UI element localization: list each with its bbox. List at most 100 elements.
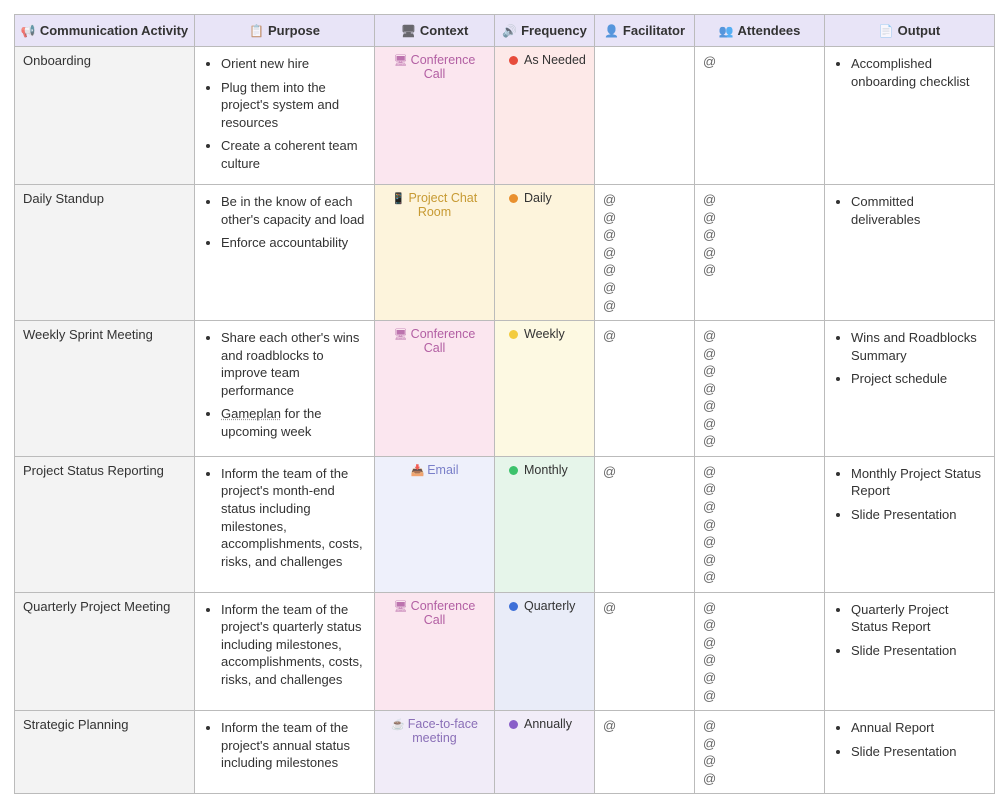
- frequency-cell[interactable]: Daily: [495, 185, 595, 321]
- frequency-cell[interactable]: Monthly: [495, 456, 595, 592]
- mention-placeholder[interactable]: @: [603, 226, 686, 244]
- mention-placeholder[interactable]: @: [703, 516, 816, 534]
- mention-placeholder[interactable]: @: [603, 463, 686, 481]
- output-cell[interactable]: Committed deliverables: [825, 185, 995, 321]
- facilitator-cell[interactable]: @: [595, 711, 695, 794]
- context-cell[interactable]: ☕Face-to-face meeting: [375, 711, 495, 794]
- frequency-label: As Needed: [524, 53, 586, 67]
- output-cell[interactable]: Wins and Roadblocks SummaryProject sched…: [825, 321, 995, 457]
- mention-placeholder[interactable]: @: [703, 752, 816, 770]
- purpose-cell[interactable]: Inform the team of the project's annual …: [195, 711, 375, 794]
- mention-placeholder[interactable]: @: [703, 380, 816, 398]
- mention-placeholder[interactable]: @: [703, 362, 816, 380]
- purpose-cell[interactable]: Share each other's wins and roadblocks t…: [195, 321, 375, 457]
- activity-cell[interactable]: Project Status Reporting: [15, 456, 195, 592]
- frequency-dot-icon: [509, 602, 518, 611]
- mention-placeholder[interactable]: @: [703, 599, 816, 617]
- activity-cell[interactable]: Strategic Planning: [15, 711, 195, 794]
- mention-placeholder[interactable]: @: [703, 498, 816, 516]
- attendees-cell[interactable]: @@@@@: [695, 185, 825, 321]
- attendees-cell[interactable]: @: [695, 47, 825, 185]
- mention-placeholder[interactable]: @: [703, 397, 816, 415]
- context-label: Email: [427, 463, 458, 477]
- mention-placeholder[interactable]: @: [703, 551, 816, 569]
- output-item: Quarterly Project Status Report: [851, 601, 986, 636]
- activity-cell[interactable]: Daily Standup: [15, 185, 195, 321]
- confcall-icon: 🖥: [394, 601, 408, 613]
- frequency-cell[interactable]: As Needed: [495, 47, 595, 185]
- mention-placeholder[interactable]: @: [703, 261, 816, 279]
- mention-placeholder[interactable]: @: [703, 480, 816, 498]
- attendees-cell[interactable]: @@@@: [695, 711, 825, 794]
- mention-placeholder[interactable]: @: [703, 616, 816, 634]
- context-cell[interactable]: 🖥Conference Call: [375, 47, 495, 185]
- mention-placeholder[interactable]: @: [703, 53, 816, 71]
- mention-placeholder[interactable]: @: [703, 770, 816, 788]
- mention-placeholder[interactable]: @: [703, 735, 816, 753]
- activity-cell[interactable]: Quarterly Project Meeting: [15, 592, 195, 710]
- mention-placeholder[interactable]: @: [703, 432, 816, 450]
- mention-placeholder[interactable]: @: [603, 327, 686, 345]
- mention-placeholder[interactable]: @: [703, 669, 816, 687]
- facilitator-cell[interactable]: @@@@@@@: [595, 185, 695, 321]
- context-cell[interactable]: 📱Project Chat Room: [375, 185, 495, 321]
- output-cell[interactable]: Quarterly Project Status ReportSlide Pre…: [825, 592, 995, 710]
- purpose-item: Share each other's wins and roadblocks t…: [221, 329, 366, 399]
- mention-placeholder[interactable]: @: [703, 634, 816, 652]
- mention-placeholder[interactable]: @: [603, 209, 686, 227]
- mention-placeholder[interactable]: @: [603, 261, 686, 279]
- mention-placeholder[interactable]: @: [703, 345, 816, 363]
- output-cell[interactable]: Monthly Project Status ReportSlide Prese…: [825, 456, 995, 592]
- header-output[interactable]: 📄Output: [825, 15, 995, 47]
- mention-placeholder[interactable]: @: [603, 244, 686, 262]
- mention-placeholder[interactable]: @: [603, 279, 686, 297]
- mention-placeholder[interactable]: @: [703, 327, 816, 345]
- confcall-icon: 🖥: [394, 55, 408, 67]
- mention-placeholder[interactable]: @: [703, 191, 816, 209]
- mention-placeholder[interactable]: @: [703, 687, 816, 705]
- mention-placeholder[interactable]: @: [703, 415, 816, 433]
- purpose-cell[interactable]: Inform the team of the project's month-e…: [195, 456, 375, 592]
- mention-placeholder[interactable]: @: [703, 717, 816, 735]
- mention-placeholder[interactable]: @: [603, 297, 686, 315]
- mention-placeholder[interactable]: @: [703, 533, 816, 551]
- facilitator-cell[interactable]: @: [595, 592, 695, 710]
- context-cell[interactable]: 📥Email: [375, 456, 495, 592]
- frequency-cell[interactable]: Annually: [495, 711, 595, 794]
- context-cell[interactable]: 🖥Conference Call: [375, 321, 495, 457]
- mention-placeholder[interactable]: @: [603, 599, 686, 617]
- header-purpose[interactable]: 📋Purpose: [195, 15, 375, 47]
- facilitator-cell[interactable]: @: [595, 321, 695, 457]
- purpose-item: Gameplan for the upcoming week: [221, 405, 366, 440]
- mention-placeholder[interactable]: @: [703, 651, 816, 669]
- attendees-cell[interactable]: @@@@@@@: [695, 321, 825, 457]
- header-attendees[interactable]: 👥Attendees: [695, 15, 825, 47]
- output-cell[interactable]: Accomplished onboarding checklist: [825, 47, 995, 185]
- activity-cell[interactable]: Weekly Sprint Meeting: [15, 321, 195, 457]
- attendees-cell[interactable]: @@@@@@@: [695, 456, 825, 592]
- frequency-cell[interactable]: Weekly: [495, 321, 595, 457]
- context-cell[interactable]: 🖥Conference Call: [375, 592, 495, 710]
- facilitator-cell[interactable]: @: [595, 456, 695, 592]
- mention-placeholder[interactable]: @: [703, 568, 816, 586]
- facilitator-cell[interactable]: [595, 47, 695, 185]
- mention-placeholder[interactable]: @: [703, 244, 816, 262]
- output-cell[interactable]: Annual ReportSlide Presentation: [825, 711, 995, 794]
- purpose-cell[interactable]: Orient new hirePlug them into the projec…: [195, 47, 375, 185]
- header-facilitator[interactable]: 👤Facilitator: [595, 15, 695, 47]
- mention-placeholder[interactable]: @: [703, 209, 816, 227]
- activity-cell[interactable]: Onboarding: [15, 47, 195, 185]
- frequency-cell[interactable]: Quarterly: [495, 592, 595, 710]
- purpose-item: Create a coherent team culture: [221, 137, 366, 172]
- purpose-cell[interactable]: Be in the know of each other's capacity …: [195, 185, 375, 321]
- mention-placeholder[interactable]: @: [703, 226, 816, 244]
- mention-placeholder[interactable]: @: [703, 463, 816, 481]
- purpose-item: Inform the team of the project's quarter…: [221, 601, 366, 689]
- header-frequency[interactable]: 🔊Frequency: [495, 15, 595, 47]
- header-activity[interactable]: 📢Communication Activity: [15, 15, 195, 47]
- mention-placeholder[interactable]: @: [603, 191, 686, 209]
- header-context[interactable]: 🖥Context: [375, 15, 495, 47]
- purpose-cell[interactable]: Inform the team of the project's quarter…: [195, 592, 375, 710]
- attendees-cell[interactable]: @@@@@@: [695, 592, 825, 710]
- mention-placeholder[interactable]: @: [603, 717, 686, 735]
